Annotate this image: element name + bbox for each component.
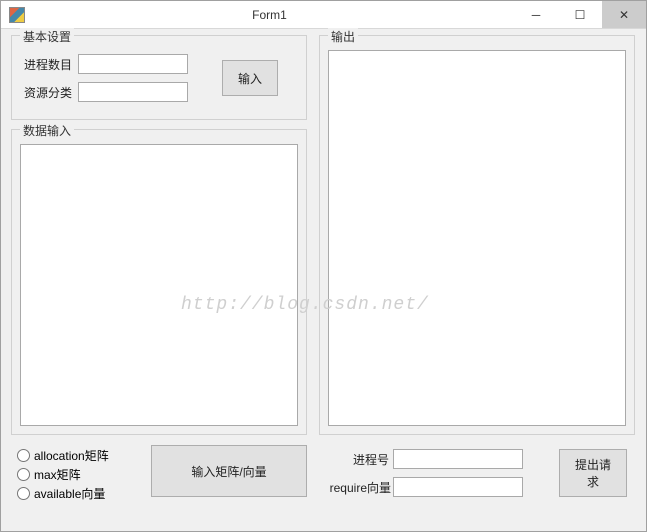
basic-settings-group: 基本设置 进程数目 资源分类 输入 (11, 35, 307, 120)
radio-allocation[interactable]: allocation矩阵 (17, 447, 147, 464)
data-input-legend: 数据输入 (20, 122, 74, 139)
window-title: Form1 (25, 8, 514, 22)
matrix-radio-group: allocation矩阵 max矩阵 available向量 (17, 445, 147, 504)
input-button[interactable]: 输入 (222, 60, 278, 96)
submit-request-button[interactable]: 提出请求 (559, 449, 627, 497)
data-input-group: 数据输入 (11, 129, 307, 435)
titlebar: Form1 ─ ☐ ✕ (1, 1, 646, 29)
app-icon (9, 7, 25, 23)
output-group: 输出 (319, 35, 635, 435)
require-input[interactable] (393, 477, 523, 497)
process-count-label: 进程数目 (24, 56, 78, 73)
client-area: 基本设置 进程数目 资源分类 输入 数据输入 输出 allocation矩阵 (1, 29, 646, 531)
require-label: require向量 (321, 479, 393, 496)
radio-max-input[interactable] (17, 468, 30, 481)
input-matrix-button[interactable]: 输入矩阵/向量 (151, 445, 307, 497)
output-legend: 输出 (328, 28, 358, 45)
process-count-input[interactable] (78, 54, 188, 74)
window-buttons: ─ ☐ ✕ (514, 1, 646, 28)
minimize-button[interactable]: ─ (514, 1, 558, 28)
basic-settings-legend: 基本设置 (20, 28, 74, 45)
output-textarea[interactable] (328, 50, 626, 426)
radio-allocation-input[interactable] (17, 449, 30, 462)
radio-available-input[interactable] (17, 487, 30, 500)
radio-available[interactable]: available向量 (17, 485, 147, 502)
radio-available-label: available向量 (34, 485, 105, 502)
resource-class-label: 资源分类 (24, 84, 78, 101)
window-frame: Form1 ─ ☐ ✕ 基本设置 进程数目 资源分类 输入 数据输入 输出 (0, 0, 647, 532)
process-id-label: 进程号 (337, 451, 393, 468)
data-input-textarea[interactable] (20, 144, 298, 426)
radio-max-label: max矩阵 (34, 466, 81, 483)
radio-max[interactable]: max矩阵 (17, 466, 147, 483)
close-button[interactable]: ✕ (602, 1, 646, 28)
process-id-input[interactable] (393, 449, 523, 469)
radio-allocation-label: allocation矩阵 (34, 447, 109, 464)
maximize-button[interactable]: ☐ (558, 1, 602, 28)
resource-class-input[interactable] (78, 82, 188, 102)
